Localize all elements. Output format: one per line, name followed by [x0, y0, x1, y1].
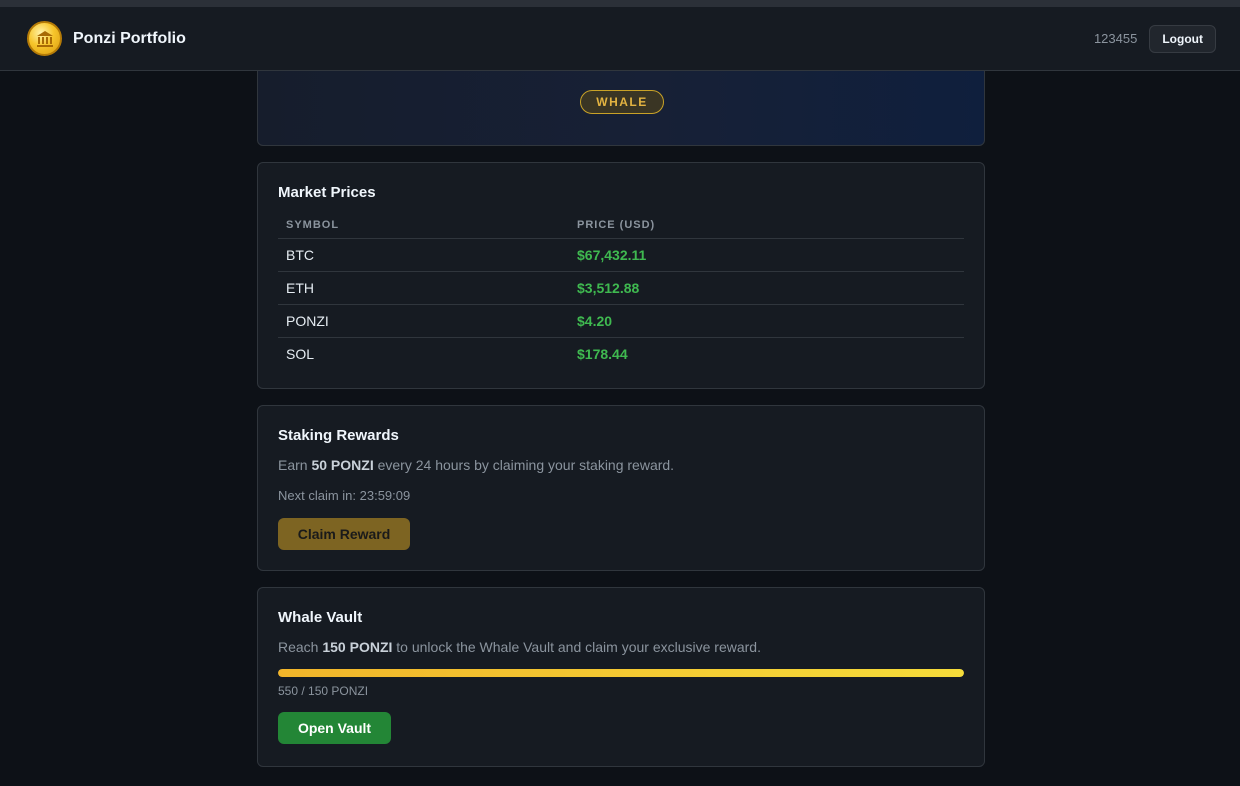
price-cell: $4.20 [569, 304, 964, 338]
column-header-symbol: SYMBOL [278, 212, 569, 239]
whale-vault-title: Whale Vault [278, 609, 363, 626]
symbol-cell: BTC [278, 238, 569, 272]
price-cell: $3,512.88 [569, 271, 964, 305]
vault-desc-prefix: Reach [278, 639, 323, 655]
vault-desc-suffix: to unlock the Whale Vault and claim your… [392, 639, 761, 655]
whale-vault-card: Whale Vault Reach 150 PONZI to unlock th… [257, 587, 985, 767]
bank-coin-icon [27, 21, 62, 56]
column-header-price: PRICE (USD) [569, 212, 964, 239]
staking-desc-prefix: Earn [278, 457, 312, 473]
price-cell: $178.44 [577, 345, 628, 362]
staking-description: Earn 50 PONZI every 24 hours by claiming… [278, 457, 964, 473]
vault-progress-fill [278, 669, 964, 677]
symbol-cell: ETH [278, 271, 569, 305]
tier-badge: WHALE [580, 90, 664, 114]
table-header-row: SYMBOL PRICE (USD) [278, 212, 964, 239]
symbol-cell: PONZI [278, 304, 569, 338]
top-strip [0, 0, 1240, 7]
staking-desc-suffix: every 24 hours by claiming your staking … [373, 457, 675, 473]
logout-button[interactable]: Logout [1149, 24, 1216, 53]
table-row: PONZI $4.20 [278, 304, 964, 338]
next-claim-countdown: Next claim in: 23:59:09 [278, 488, 411, 503]
market-prices-table: SYMBOL PRICE (USD) BTC $67,432.11 ETH $3… [278, 212, 964, 370]
username: 123455 [1093, 31, 1138, 46]
market-prices-title: Market Prices [278, 184, 376, 201]
vault-desc-amount: 150 PONZI [322, 639, 393, 655]
vault-description: Reach 150 PONZI to unlock the Whale Vaul… [278, 639, 964, 655]
app-title: Ponzi Portfolio [73, 29, 186, 47]
market-prices-card: Market Prices SYMBOL PRICE (USD) BTC $67… [257, 162, 985, 389]
staking-rewards-card: Staking Rewards Earn 50 PONZI every 24 h… [257, 405, 985, 571]
claim-reward-button[interactable]: Claim Reward [278, 518, 410, 550]
header-actions: 123455 Logout [1093, 24, 1216, 53]
vault-progress-label: 550 / 150 PONZI [278, 684, 369, 698]
price-cell: $67,432.11 [569, 238, 964, 272]
table-row: ETH $3,512.88 [278, 271, 964, 305]
symbol-cell: SOL [286, 345, 315, 362]
app-header: Ponzi Portfolio 123455 Logout [0, 7, 1240, 71]
table-row: SOL $178.44 [278, 337, 964, 370]
table-row: BTC $67,432.11 [278, 238, 964, 272]
open-vault-button[interactable]: Open Vault [278, 712, 391, 744]
vault-progress-bar [278, 669, 964, 677]
brand: Ponzi Portfolio [27, 21, 186, 56]
staking-desc-amount: 50 PONZI [311, 457, 374, 473]
staking-rewards-title: Staking Rewards [278, 427, 399, 444]
